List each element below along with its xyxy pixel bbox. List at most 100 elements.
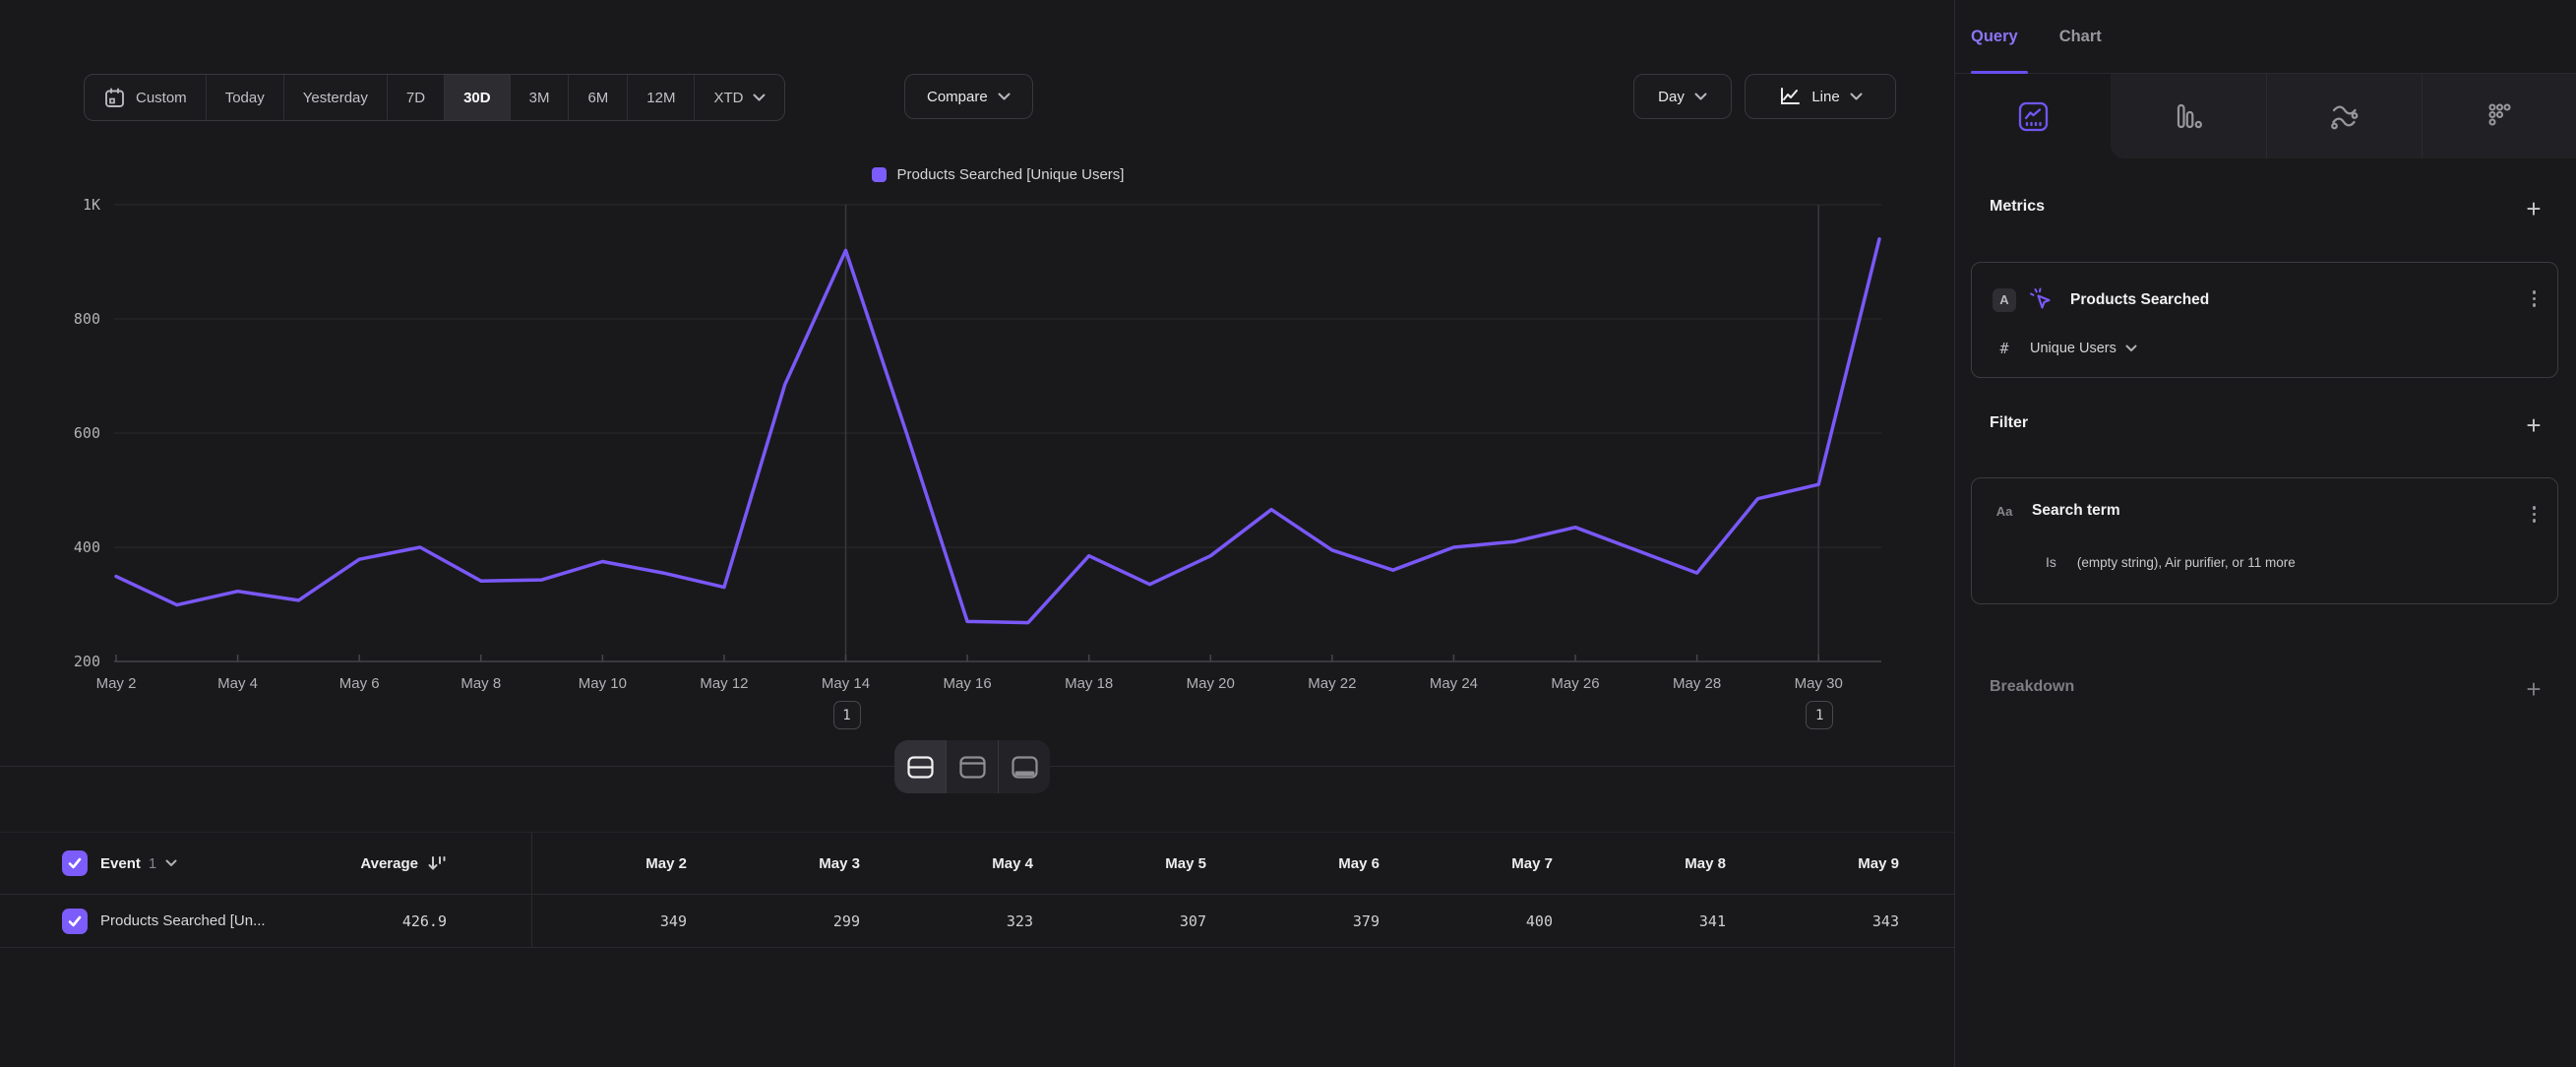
chevron-down-icon[interactable] — [165, 859, 177, 867]
summary-table: Event 1 Average May 2May 3May 4May 5May … — [0, 832, 1954, 948]
filter-heading: Filter — [1990, 414, 2028, 432]
table-header-row: Event 1 Average May 2May 3May 4May 5May … — [0, 833, 1954, 895]
date-column-header[interactable]: May 7 — [1391, 855, 1564, 872]
average-column-header: Average — [360, 855, 418, 872]
row-checkbox[interactable] — [62, 909, 88, 934]
y-axis-label: 400 — [30, 537, 100, 557]
chart-plot-area[interactable] — [114, 187, 1881, 671]
annotation-badge[interactable]: 1 — [1806, 701, 1833, 729]
range-option-custom[interactable]: Custom — [85, 75, 206, 120]
chart-legend[interactable]: Products Searched [Unique Users] — [114, 166, 1881, 183]
date-column-header[interactable]: May 2 — [532, 855, 699, 872]
range-option-label: 12M — [646, 90, 675, 106]
x-axis-label: May 26 — [1551, 675, 1599, 692]
report-type-insights[interactable] — [1955, 74, 2111, 158]
filter-options-kebab[interactable] — [2531, 504, 2539, 525]
filter-card-title-row: Aa Search term — [1993, 502, 2120, 520]
split-view-button[interactable] — [894, 740, 946, 793]
metric-event-name: Products Searched — [2070, 291, 2209, 309]
y-axis-label: 600 — [30, 423, 100, 443]
tab-chart[interactable]: Chart — [2059, 28, 2102, 46]
funnels-icon — [2174, 101, 2203, 131]
x-axis-label: May 20 — [1187, 675, 1235, 692]
insights-icon — [2018, 101, 2049, 132]
chevron-down-icon — [1850, 93, 1863, 100]
range-option-label: XTD — [713, 90, 743, 106]
date-value-cell: 400 — [1391, 912, 1564, 930]
x-axis-label: May 4 — [217, 675, 258, 692]
range-option-label: Today — [225, 90, 265, 106]
x-axis-label: May 12 — [700, 675, 748, 692]
date-value-cell: 343 — [1738, 912, 1911, 930]
y-axis-label: 200 — [30, 652, 100, 671]
x-axis-label: May 28 — [1673, 675, 1721, 692]
check-icon — [66, 912, 84, 930]
x-axis-label: May 10 — [579, 675, 627, 692]
granularity-label: Day — [1658, 89, 1685, 105]
date-column-header[interactable]: May 8 — [1564, 855, 1738, 872]
date-column-header[interactable]: May 9 — [1738, 855, 1911, 872]
layout-view-toggle — [894, 740, 1050, 793]
compare-button[interactable]: Compare — [904, 74, 1033, 119]
range-option-6m[interactable]: 6M — [568, 75, 627, 120]
table-only-view-button[interactable] — [998, 740, 1050, 793]
y-axis-label: 1K — [30, 195, 100, 215]
chevron-down-icon — [753, 94, 766, 101]
table-header-left-cell: Event 1 Average — [0, 833, 532, 894]
filter-condition-row[interactable]: Is (empty string), Air purifier, or 11 m… — [1993, 554, 2296, 570]
select-all-checkbox[interactable] — [62, 850, 88, 876]
aggregation-label: Unique Users — [2030, 341, 2116, 356]
granularity-dropdown[interactable]: Day — [1633, 74, 1732, 119]
metric-options-kebab[interactable] — [2531, 288, 2539, 309]
x-axis-label: May 6 — [339, 675, 380, 692]
split-view-icon — [907, 756, 934, 779]
legend-swatch — [872, 167, 887, 182]
annotation-badge[interactable]: 1 — [833, 701, 861, 729]
range-option-label: 30D — [463, 90, 491, 106]
date-column-header[interactable]: May 3 — [699, 855, 872, 872]
metric-card[interactable]: A Products Searched # Unique Users — [1971, 262, 2558, 378]
report-type-tab-bar — [1955, 74, 2576, 158]
chevron-down-icon — [2125, 345, 2137, 352]
add-metric-button[interactable]: + — [2521, 197, 2546, 220]
date-column-header[interactable]: May 4 — [872, 855, 1045, 872]
x-axis-label: May 24 — [1430, 675, 1478, 692]
breakdown-heading: Breakdown — [1990, 678, 2074, 696]
add-filter-button[interactable]: + — [2521, 413, 2546, 437]
table-data-row[interactable]: Products Searched [Un... 426.9 349299323… — [0, 895, 1954, 948]
range-option-3m[interactable]: 3M — [510, 75, 569, 120]
sidebar-tab-bar: Query Chart — [1955, 0, 2576, 74]
legend-label: Products Searched [Unique Users] — [897, 166, 1125, 183]
metric-letter-badge: A — [1993, 288, 2016, 312]
report-type-flows[interactable] — [2422, 74, 2576, 158]
series-line[interactable] — [116, 239, 1879, 623]
date-value-cell: 307 — [1045, 912, 1218, 930]
chart-type-dropdown[interactable]: Line — [1745, 74, 1896, 119]
date-value-cell: 341 — [1564, 912, 1738, 930]
range-option-30d[interactable]: 30D — [444, 75, 510, 120]
date-column-header[interactable]: May 5 — [1045, 855, 1218, 872]
range-option-xtd[interactable]: XTD — [694, 75, 784, 120]
table-row-left-cell: Products Searched [Un... 426.9 — [0, 895, 532, 947]
analytics-app-window: Custom Today Yesterday7D 30D 3M6M 12M XTD Comp… — [0, 0, 2576, 1067]
check-icon — [66, 854, 84, 872]
range-option-12m[interactable]: 12M — [627, 75, 694, 120]
x-axis-label: May 16 — [943, 675, 991, 692]
x-axis-label: May 14 — [822, 675, 870, 692]
x-axis-label: May 2 — [96, 675, 137, 692]
chart-only-view-button[interactable] — [946, 740, 998, 793]
tab-query[interactable]: Query — [1971, 28, 2018, 46]
range-option-7d[interactable]: 7D — [387, 75, 444, 120]
metric-aggregation-row[interactable]: # Unique Users — [1993, 340, 2137, 357]
event-column-header: Event — [100, 855, 141, 872]
add-breakdown-button[interactable]: + — [2521, 677, 2546, 701]
report-type-retention[interactable] — [2266, 74, 2422, 158]
flows-icon — [2484, 101, 2514, 131]
range-option-today[interactable]: Today — [206, 75, 283, 120]
filter-card[interactable]: Aa Search term Is (empty string), Air pu… — [1971, 477, 2558, 604]
range-option-yesterday[interactable]: Yesterday — [283, 75, 387, 120]
date-range-selector: Custom Today Yesterday7D 30D 3M6M 12M XTD — [84, 74, 785, 121]
sort-descending-icon[interactable] — [427, 854, 447, 872]
report-type-funnels[interactable] — [2111, 74, 2266, 158]
date-column-header[interactable]: May 6 — [1218, 855, 1391, 872]
